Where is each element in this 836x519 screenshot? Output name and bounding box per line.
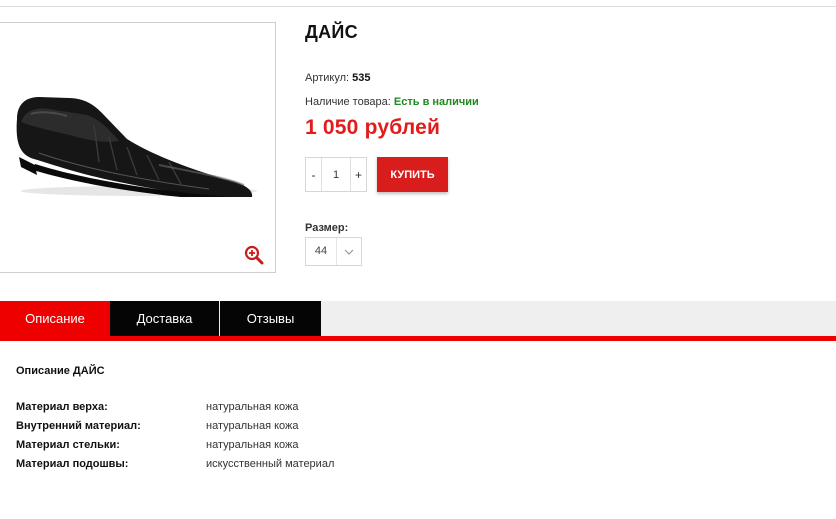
stock-status: Есть в наличии — [393, 96, 479, 108]
size-value: 44 — [306, 238, 337, 265]
spec-key: Материал стельки: — [16, 438, 120, 451]
tab-bar-underline — [0, 336, 836, 341]
buy-button[interactable]: КУПИТЬ — [377, 157, 448, 192]
spec-value: натуральная кожа — [206, 419, 299, 432]
tab-delivery[interactable]: Доставка — [110, 301, 219, 336]
stock-row: Наличие товара: Есть в наличии — [305, 96, 479, 108]
product-image[interactable] — [9, 67, 261, 197]
quantity-increase-button[interactable]: + — [351, 158, 366, 191]
product-image-frame[interactable] — [0, 22, 276, 273]
size-label: Размер: — [305, 222, 349, 234]
spec-key: Материал подошвы: — [16, 457, 129, 470]
top-divider — [0, 6, 836, 7]
quantity-stepper: - 1 + — [305, 157, 367, 192]
spec-value: натуральная кожа — [206, 438, 299, 451]
sku-row: Артикул: 535 — [305, 72, 371, 84]
spec-key: Внутренний материал: — [16, 419, 141, 432]
sku-value: 535 — [352, 72, 371, 84]
table-row: Материал стельки: натуральная кожа — [16, 435, 334, 454]
spec-value: искусственный материал — [206, 457, 335, 470]
table-row: Внутренний материал: натуральная кожа — [16, 416, 334, 435]
product-price: 1 050 рублей — [305, 116, 441, 139]
spec-value: натуральная кожа — [206, 400, 299, 413]
quantity-decrease-button[interactable]: - — [306, 158, 321, 191]
stock-label: Наличие товара: — [305, 96, 391, 108]
product-title: ДАЙС — [305, 22, 358, 42]
quantity-input[interactable]: 1 — [321, 158, 351, 191]
table-row: Материал верха: натуральная кожа — [16, 397, 334, 416]
size-select[interactable]: 44 — [305, 237, 362, 266]
tab-reviews[interactable]: Отзывы — [220, 301, 321, 336]
sku-label: Артикул: — [305, 72, 350, 84]
chevron-down-icon — [337, 249, 361, 255]
zoom-in-icon[interactable] — [244, 245, 264, 265]
spec-key: Материал верха: — [16, 400, 108, 413]
specs-table: Материал верха: натуральная кожа Внутрен… — [16, 397, 334, 473]
description-title: Описание ДАЙС — [16, 365, 105, 377]
tab-description[interactable]: Описание — [0, 301, 110, 336]
table-row: Материал подошвы: искусственный материал — [16, 454, 334, 473]
